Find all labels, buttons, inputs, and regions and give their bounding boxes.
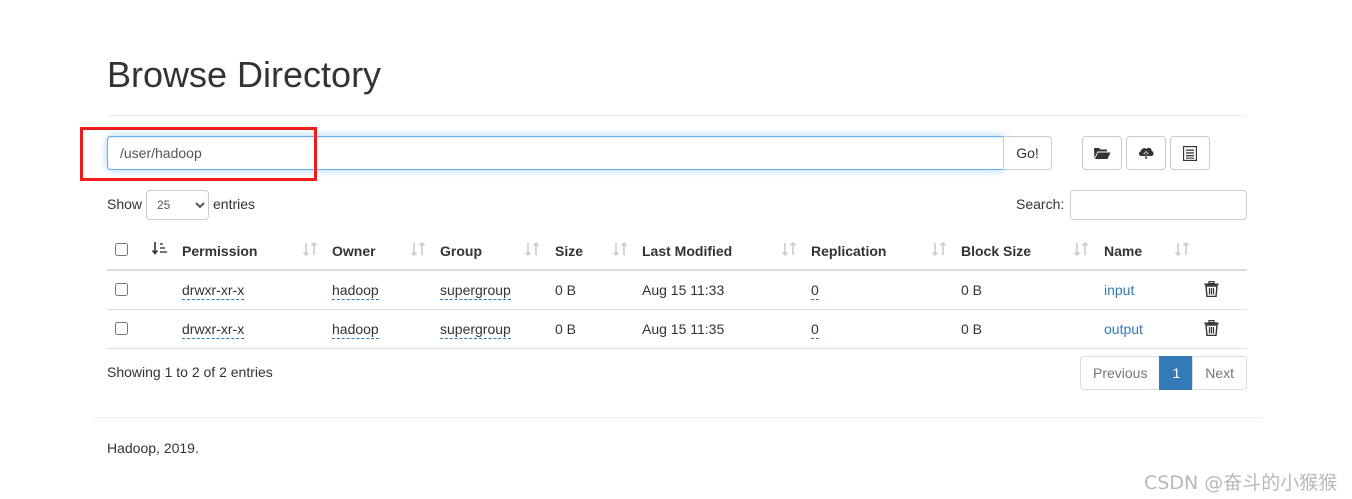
replication-value[interactable]: 0 [811, 281, 819, 300]
column-header-replication[interactable]: Replication [811, 232, 886, 270]
table-header-row: Permission Owner Group Size Last Modifie… [107, 231, 1247, 271]
watermark: CSDN @奋斗的小猴猴 [1144, 472, 1338, 494]
block-size-value: 0 B [961, 321, 983, 337]
title-divider [107, 115, 1247, 116]
column-header-group[interactable]: Group [440, 232, 482, 270]
sort-both-icon[interactable] [931, 241, 947, 257]
sort-both-icon[interactable] [524, 241, 540, 257]
pagination: Previous 1 Next [1080, 356, 1248, 390]
sort-both-icon[interactable] [302, 241, 318, 257]
footer-text: Hadoop, 2019. [107, 440, 199, 456]
next-page-button[interactable]: Next [1192, 356, 1248, 390]
sort-both-icon[interactable] [1073, 241, 1089, 257]
file-name-link[interactable]: input [1104, 271, 1134, 309]
show-label: Show [107, 196, 143, 212]
page-length-select[interactable]: 25 [146, 190, 209, 220]
create-directory-button[interactable] [1082, 136, 1122, 170]
row-checkbox[interactable] [115, 322, 128, 335]
directory-path-input[interactable] [107, 136, 1004, 170]
trash-icon[interactable] [1204, 281, 1219, 297]
permission-cell: drwxr-xr-x [182, 310, 245, 348]
sort-ascending-icon[interactable] [152, 241, 168, 257]
table-row: drwxr-xr-x hadoop supergroup 0 B Aug 15 … [107, 310, 1247, 349]
owner-value[interactable]: hadoop [332, 281, 379, 300]
permission-value[interactable]: drwxr-xr-x [182, 320, 245, 339]
search-input[interactable] [1070, 190, 1247, 220]
sort-both-icon[interactable] [612, 241, 628, 257]
sort-both-icon[interactable] [1174, 241, 1190, 257]
group-cell: supergroup [440, 271, 511, 309]
last-modified-value: Aug 15 11:33 [642, 282, 725, 298]
column-header-block-size[interactable]: Block Size [961, 232, 1031, 270]
last-modified-value: Aug 15 11:35 [642, 321, 725, 337]
replication-cell: 0 [811, 271, 819, 309]
owner-cell: hadoop [332, 271, 379, 309]
column-header-last-modified[interactable]: Last Modified [642, 232, 732, 270]
row-checkbox[interactable] [115, 283, 128, 296]
table-info: Showing 1 to 2 of 2 entries [107, 364, 273, 380]
folder-open-icon [1094, 148, 1111, 159]
column-header-name[interactable]: Name [1104, 232, 1142, 270]
cut-paste-button[interactable] [1170, 136, 1210, 170]
file-name-link[interactable]: output [1104, 310, 1143, 348]
permission-value[interactable]: drwxr-xr-x [182, 281, 245, 300]
size-value: 0 B [555, 321, 577, 337]
go-button[interactable]: Go! [1003, 136, 1052, 170]
list-icon [1183, 145, 1197, 161]
column-header-size[interactable]: Size [555, 232, 583, 270]
replication-cell: 0 [811, 310, 819, 348]
block-size-value: 0 B [961, 282, 983, 298]
page-1-button[interactable]: 1 [1159, 356, 1194, 390]
owner-value[interactable]: hadoop [332, 320, 379, 339]
group-cell: supergroup [440, 310, 511, 348]
previous-page-button[interactable]: Previous [1080, 356, 1161, 390]
group-value[interactable]: supergroup [440, 281, 511, 300]
group-value[interactable]: supergroup [440, 320, 511, 339]
replication-value[interactable]: 0 [811, 320, 819, 339]
page-title: Browse Directory [107, 54, 382, 95]
column-header-owner[interactable]: Owner [332, 232, 376, 270]
sort-both-icon[interactable] [781, 241, 797, 257]
table-row: drwxr-xr-x hadoop supergroup 0 B Aug 15 … [107, 271, 1247, 310]
permission-cell: drwxr-xr-x [182, 271, 245, 309]
owner-cell: hadoop [332, 310, 379, 348]
sort-both-icon[interactable] [410, 241, 426, 257]
search-label: Search: [1016, 196, 1065, 212]
cloud-upload-icon [1138, 147, 1154, 159]
trash-icon[interactable] [1204, 320, 1219, 336]
size-value: 0 B [555, 282, 577, 298]
upload-files-button[interactable] [1126, 136, 1166, 170]
select-all-checkbox[interactable] [115, 243, 128, 256]
entries-label: entries [213, 196, 256, 212]
column-header-permission[interactable]: Permission [182, 232, 257, 270]
footer-divider [92, 417, 1262, 418]
